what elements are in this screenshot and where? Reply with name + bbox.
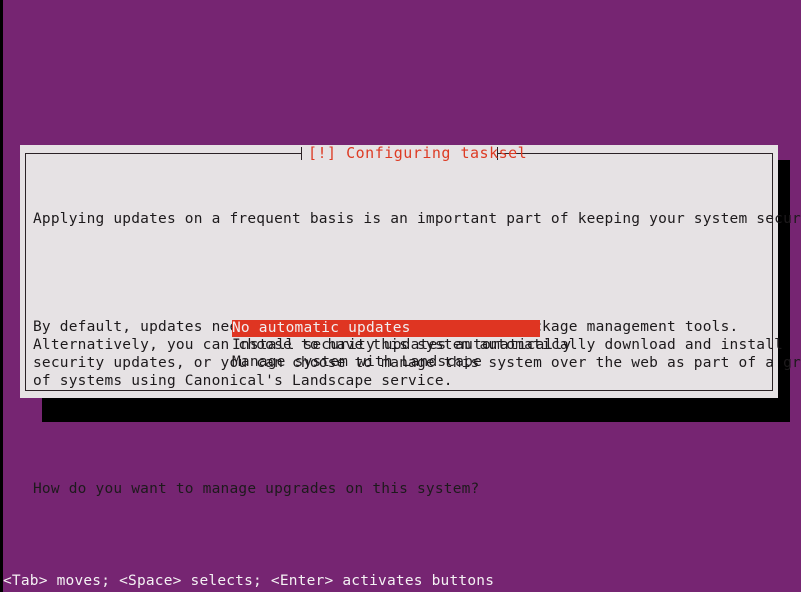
choice-item-install-security-updates[interactable]: Install security updates automatically: [232, 337, 571, 354]
dialog-paragraph-1: Applying updates on a frequent basis is …: [33, 211, 801, 227]
dialog-border-top-left: [25, 153, 301, 154]
console-left-edge: [0, 0, 3, 592]
dialog-border-top-right: [497, 153, 773, 154]
dialog-title: [!] Configuring tasksel: [308, 144, 528, 162]
dialog-question: How do you want to manage upgrades on th…: [33, 481, 480, 497]
console-screen: [!] Configuring tasksel Applying updates…: [0, 0, 801, 592]
choice-item-manage-with-landscape[interactable]: Manage system with Landscape: [232, 354, 571, 371]
choice-item-no-automatic-updates[interactable]: No automatic updates: [232, 320, 540, 337]
dialog-title-cap-left: [301, 147, 302, 160]
keyboard-help-bar: <Tab> moves; <Space> selects; <Enter> ac…: [3, 573, 495, 589]
upgrade-policy-choice-list[interactable]: No automatic updates Install security up…: [232, 320, 571, 371]
